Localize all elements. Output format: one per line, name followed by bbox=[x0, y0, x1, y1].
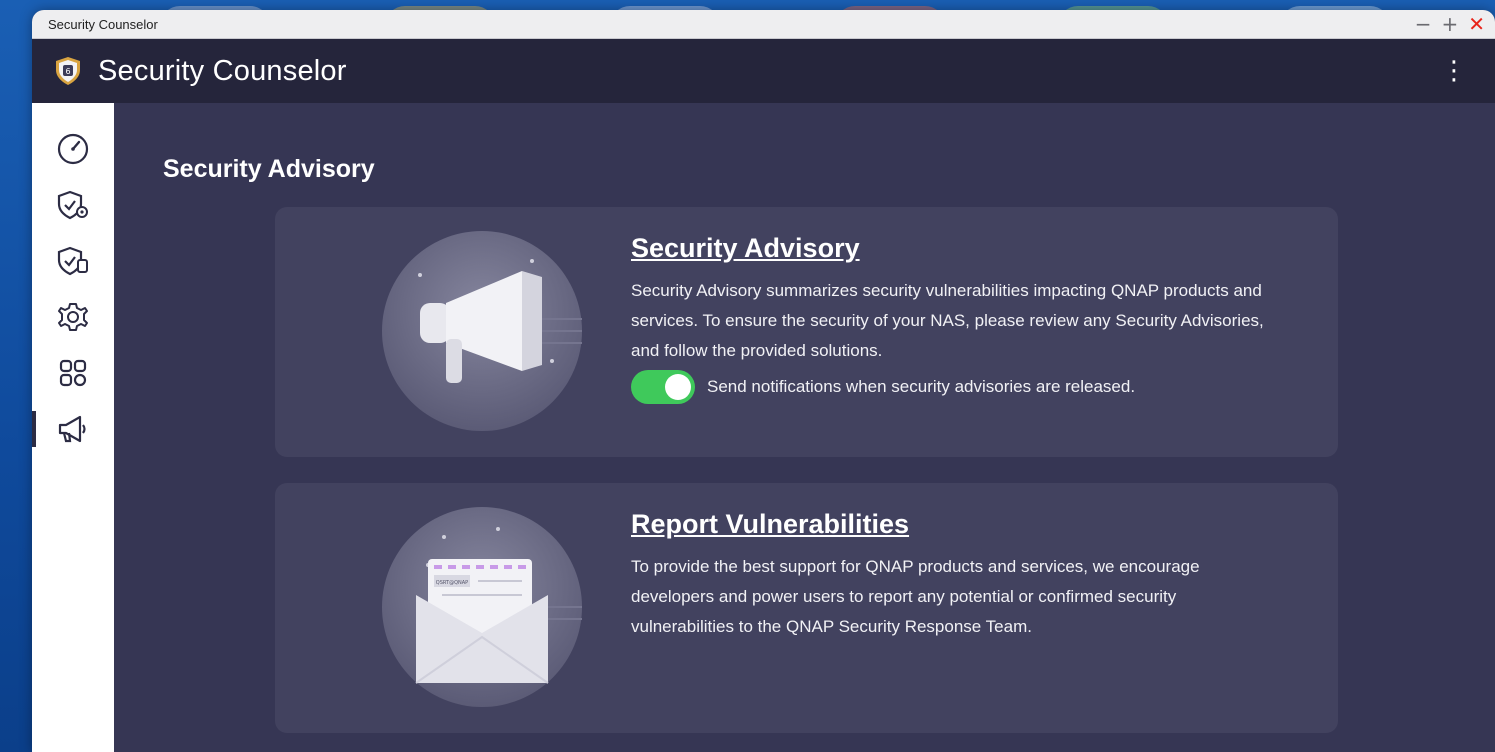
toggle-knob bbox=[665, 374, 691, 400]
minimize-button[interactable]: − bbox=[1415, 14, 1432, 34]
speedometer-icon bbox=[57, 133, 89, 165]
app-title: Security Counselor bbox=[98, 54, 347, 87]
advisory-card-text: Security Advisory Security Advisory summ… bbox=[631, 233, 1271, 404]
svg-text:6: 6 bbox=[65, 67, 70, 76]
report-card-text: Report Vulnerabilities To provide the be… bbox=[631, 509, 1271, 642]
sidebar-item-security-protection[interactable] bbox=[32, 233, 114, 289]
sidebar-item-settings[interactable] bbox=[32, 289, 114, 345]
report-card-description: To provide the best support for QNAP pro… bbox=[631, 557, 1200, 636]
megaphone-icon bbox=[58, 415, 86, 443]
gear-icon bbox=[58, 303, 88, 331]
shield-gear-icon bbox=[57, 190, 88, 220]
window-title: Security Counselor bbox=[48, 16, 158, 32]
sidebar bbox=[32, 103, 114, 752]
notification-toggle-row: Send notifications when security advisor… bbox=[631, 370, 1271, 404]
advisory-card-title-link[interactable]: Security Advisory bbox=[631, 233, 860, 264]
shield-device-icon bbox=[57, 246, 88, 276]
window-titlebar[interactable]: Security Counselor − + ✕ bbox=[32, 10, 1495, 39]
notification-toggle-label: Send notifications when security advisor… bbox=[707, 377, 1136, 396]
apps-grid-icon bbox=[59, 359, 87, 387]
more-vertical-icon[interactable]: ⋮ bbox=[1435, 56, 1473, 86]
maximize-button[interactable]: + bbox=[1441, 14, 1458, 34]
sidebar-item-security-checkup[interactable] bbox=[32, 177, 114, 233]
main-content: Security Advisory Security Advisory Secu… bbox=[114, 103, 1495, 752]
envelope-illustration: QSRT@QNAP bbox=[382, 507, 582, 707]
report-card: QSRT@QNAP Report Vulnerabilities To prov… bbox=[275, 483, 1338, 733]
app-header: 6 Security Counselor ⋮ bbox=[32, 39, 1495, 103]
sidebar-item-security-advisory[interactable] bbox=[32, 401, 114, 457]
window-controls: − + ✕ bbox=[1415, 14, 1485, 34]
advisory-card: Security Advisory Security Advisory summ… bbox=[275, 207, 1338, 457]
shield-badge-icon: 6 bbox=[54, 56, 82, 86]
sidebar-item-overview[interactable] bbox=[32, 121, 114, 177]
report-card-title-link[interactable]: Report Vulnerabilities bbox=[631, 509, 909, 540]
envelope-label: QSRT@QNAP bbox=[436, 580, 468, 586]
notification-toggle[interactable] bbox=[631, 370, 695, 404]
advisory-card-description: Security Advisory summarizes security vu… bbox=[631, 281, 1264, 360]
page-title: Security Advisory bbox=[163, 155, 375, 183]
sidebar-item-apps[interactable] bbox=[32, 345, 114, 401]
app-window: Security Counselor − + ✕ 6 Security Coun… bbox=[32, 10, 1495, 752]
close-button[interactable]: ✕ bbox=[1468, 14, 1485, 34]
megaphone-illustration bbox=[382, 231, 582, 431]
